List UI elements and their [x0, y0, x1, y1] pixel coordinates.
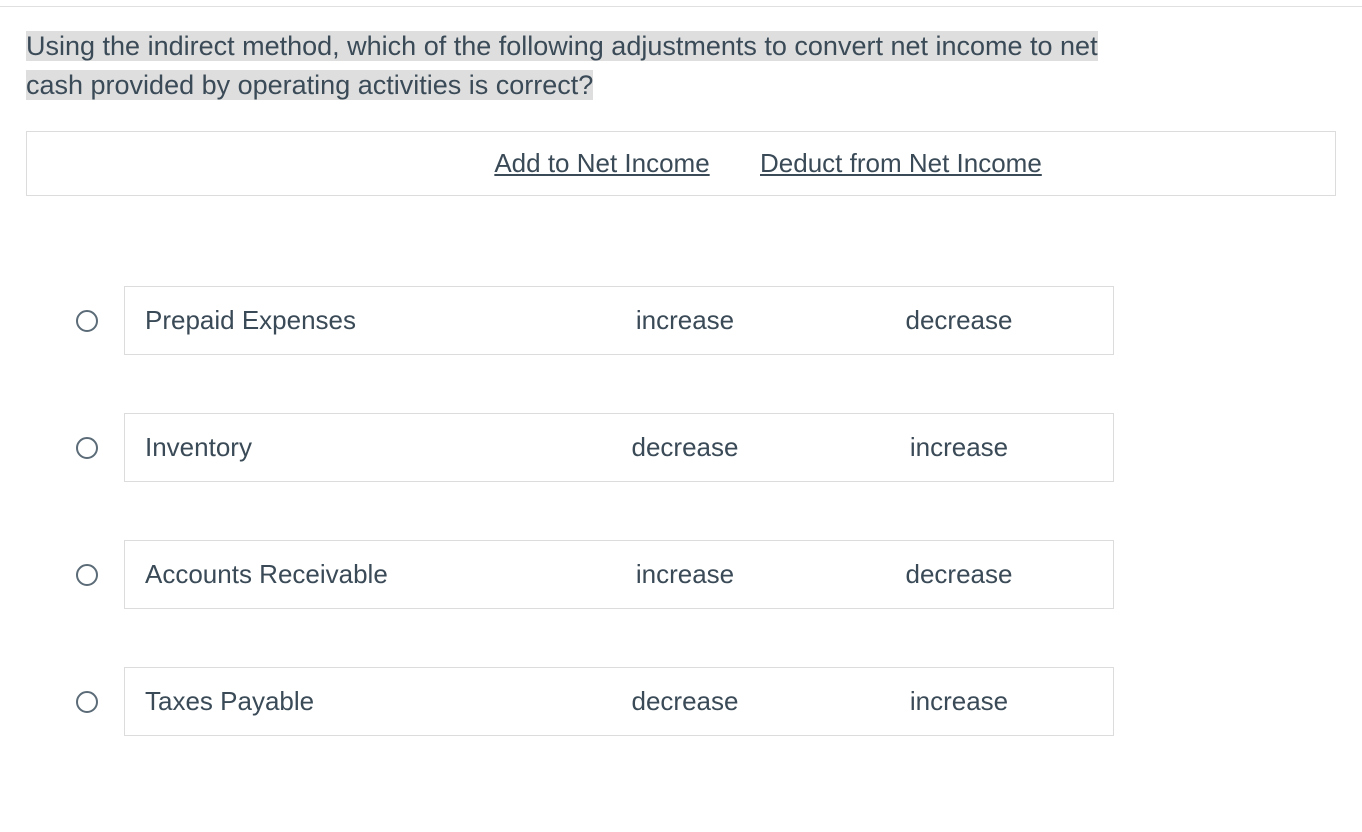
option-box-0[interactable]: Prepaid Expenses increase decrease [124, 286, 1114, 355]
header-spacer [47, 148, 462, 179]
header-add: Add to Net Income [462, 148, 742, 179]
option-deduct: decrease [825, 559, 1093, 590]
option-label: Taxes Payable [145, 686, 545, 717]
radio-option-1[interactable] [76, 437, 124, 459]
options-list: Prepaid Expenses increase decrease Inven… [26, 286, 1336, 736]
header-table: Add to Net Income Deduct from Net Income [26, 131, 1336, 196]
question-line-2: cash provided by operating activities is… [26, 70, 593, 100]
option-deduct: increase [825, 686, 1093, 717]
option-box-2[interactable]: Accounts Receivable increase decrease [124, 540, 1114, 609]
option-label: Inventory [145, 432, 545, 463]
radio-circle-icon [76, 564, 98, 586]
radio-option-0[interactable] [76, 310, 124, 332]
option-label: Accounts Receivable [145, 559, 545, 590]
option-add: decrease [545, 686, 825, 717]
option-add: decrease [545, 432, 825, 463]
radio-circle-icon [76, 691, 98, 713]
option-deduct: increase [825, 432, 1093, 463]
radio-option-2[interactable] [76, 564, 124, 586]
header-row: Add to Net Income Deduct from Net Income [47, 148, 1315, 179]
radio-option-3[interactable] [76, 691, 124, 713]
option-deduct: decrease [825, 305, 1093, 336]
option-row-2: Accounts Receivable increase decrease [76, 540, 1336, 609]
radio-circle-icon [76, 437, 98, 459]
option-row-3: Taxes Payable decrease increase [76, 667, 1336, 736]
radio-circle-icon [76, 310, 98, 332]
question-line-1: Using the indirect method, which of the … [26, 31, 1098, 61]
option-row-0: Prepaid Expenses increase decrease [76, 286, 1336, 355]
header-deduct: Deduct from Net Income [742, 148, 1072, 179]
option-row-1: Inventory decrease increase [76, 413, 1336, 482]
option-box-1[interactable]: Inventory decrease increase [124, 413, 1114, 482]
option-add: increase [545, 305, 825, 336]
option-label: Prepaid Expenses [145, 305, 545, 336]
option-add: increase [545, 559, 825, 590]
question-container: Using the indirect method, which of the … [0, 6, 1362, 736]
question-text: Using the indirect method, which of the … [26, 27, 1336, 105]
option-box-3[interactable]: Taxes Payable decrease increase [124, 667, 1114, 736]
